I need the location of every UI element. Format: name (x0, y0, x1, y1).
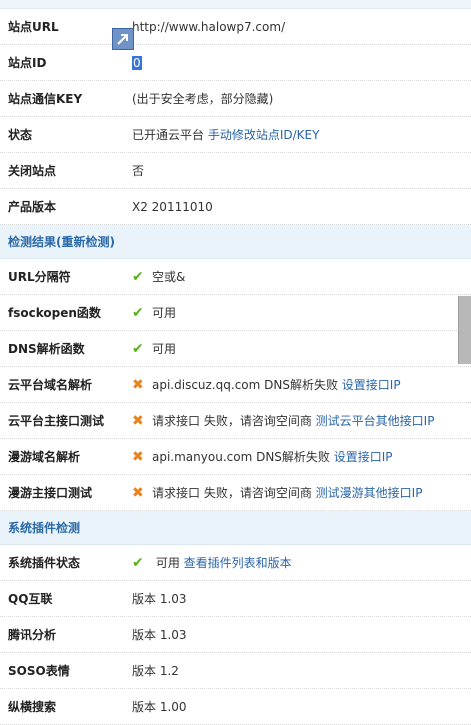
detect-section-title[interactable]: 检测结果(重新检测) (8, 233, 115, 250)
detect-row-label: URL分隔符 (8, 270, 71, 284)
edit-site-key-link[interactable]: 手动修改站点ID/KEY (208, 128, 320, 142)
check-icon: ✔ (132, 341, 144, 357)
version-label: 产品版本 (8, 200, 57, 214)
detect-row: fsockopen函数 ✔ 可用 (0, 295, 471, 331)
resize-arrow-icon[interactable] (112, 28, 134, 50)
cross-icon: ✖ (132, 377, 144, 393)
plugin-status-label: 系统插件状态 (8, 556, 81, 570)
cross-icon: ✖ (132, 485, 144, 501)
version-row: 产品版本 X2 20111010 (0, 189, 471, 225)
site-key-row: 站点通信KEY (出于安全考虑，部分隐藏) (0, 81, 471, 117)
plugin-status-row: 系统插件状态 ✔ 可用 查看插件列表和版本 (0, 545, 471, 581)
plugin-row-label: 纵横搜索 (8, 700, 57, 714)
closed-label: 关闭站点 (8, 164, 57, 178)
cross-icon: ✖ (132, 449, 144, 465)
plugin-row: QQ互联 版本 1.03 (0, 581, 471, 617)
detect-row-link[interactable]: 设置接口IP (342, 378, 401, 392)
detect-row-label: 漫游域名解析 (8, 450, 81, 464)
closed-row: 关闭站点 否 (0, 153, 471, 189)
detect-row-text: 请求接口 失败，请咨询空间商 (152, 486, 312, 500)
check-icon: ✔ (132, 305, 144, 321)
plugins-section-title: 系统插件检测 (8, 521, 81, 535)
detect-row-text: api.discuz.qq.com DNS解析失败 (152, 378, 338, 392)
detect-row-text: 请求接口 失败，请咨询空间商 (152, 414, 312, 428)
plugin-row: 纵横搜索 版本 1.00 (0, 689, 471, 725)
site-key-label: 站点通信KEY (8, 92, 83, 106)
detect-row-text: 可用 (152, 306, 177, 320)
detect-row-label: 云平台主接口测试 (8, 414, 105, 428)
detect-row: 云平台主接口测试 ✖ 请求接口 失败，请咨询空间商 测试云平台其他接口IP (0, 403, 471, 439)
detect-row-link[interactable]: 测试云平台其他接口IP (316, 414, 435, 428)
detect-row-label: 云平台域名解析 (8, 378, 93, 392)
site-id-row: 站点ID 0 (0, 45, 471, 81)
plugin-row-version: 版本 1.03 (132, 628, 187, 642)
cross-icon: ✖ (132, 413, 144, 429)
site-url-value: http://www.halowp7.com/ (132, 19, 286, 34)
check-icon: ✔ (132, 555, 144, 571)
plugin-row-version: 版本 1.2 (132, 664, 179, 678)
plugin-row-label: 腾讯分析 (8, 628, 57, 642)
detect-row-link[interactable]: 设置接口IP (334, 450, 393, 464)
plugin-row: 腾讯分析 版本 1.03 (0, 617, 471, 653)
detect-row: 云平台域名解析 ✖ api.discuz.qq.com DNS解析失败 设置接口IP (0, 367, 471, 403)
scrollbar-thumb[interactable] (458, 296, 471, 364)
detect-row: 漫游主接口测试 ✖ 请求接口 失败，请咨询空间商 测试漫游其他接口IP (0, 475, 471, 511)
detect-row-text: 可用 (152, 342, 177, 356)
detect-row: 漫游域名解析 ✖ api.manyou.com DNS解析失败 设置接口IP (0, 439, 471, 475)
plugins-section-header: 系统插件检测 (0, 511, 471, 545)
detect-row-label: 漫游主接口测试 (8, 486, 93, 500)
status-value: 已开通云平台 (132, 128, 205, 142)
plugin-list: QQ互联 版本 1.03 腾讯分析 版本 1.03 SOSO表情 版本 1.2 纵横搜索 版本… (0, 581, 471, 725)
plugin-row-version: 版本 1.03 (132, 592, 187, 606)
detect-row-text: api.manyou.com DNS解析失败 (152, 450, 330, 464)
detect-row: URL分隔符 ✔ 空或& (0, 259, 471, 295)
closed-value: 否 (132, 164, 145, 178)
detect-row: DNS解析函数 ✔ 可用 (0, 331, 471, 367)
site-url-row: 站点URL http://www.halowp7.com/ (0, 9, 471, 45)
plugin-row-label: SOSO表情 (8, 664, 70, 678)
detect-row-text: 空或& (152, 270, 186, 284)
detect-row-label: DNS解析函数 (8, 342, 85, 356)
detect-list: URL分隔符 ✔ 空或& fsockopen函数 ✔ 可用 DNS解析函数 ✔ 可用 云平台… (0, 259, 471, 511)
status-label: 状态 (8, 128, 33, 142)
view-plugins-link[interactable]: 查看插件列表和版本 (184, 556, 292, 570)
detect-row-link[interactable]: 测试漫游其他接口IP (316, 486, 423, 500)
site-id-label: 站点ID (8, 56, 47, 70)
status-row: 状态 已开通云平台 手动修改站点ID/KEY (0, 117, 471, 153)
plugin-row-label: QQ互联 (8, 592, 53, 606)
site-id-value[interactable]: 0 (132, 55, 142, 70)
plugin-status-text: 可用 (155, 556, 180, 570)
plugin-row: SOSO表情 版本 1.2 (0, 653, 471, 689)
top-strip (0, 0, 471, 9)
site-url-label: 站点URL (8, 20, 59, 34)
plugin-row-version: 版本 1.00 (132, 700, 187, 714)
detect-section-header: 检测结果(重新检测) (0, 225, 471, 259)
detect-row-label: fsockopen函数 (8, 306, 101, 320)
version-value: X2 20111010 (132, 199, 213, 214)
check-icon: ✔ (132, 269, 144, 285)
site-key-value: (出于安全考虑，部分隐藏) (132, 92, 274, 106)
